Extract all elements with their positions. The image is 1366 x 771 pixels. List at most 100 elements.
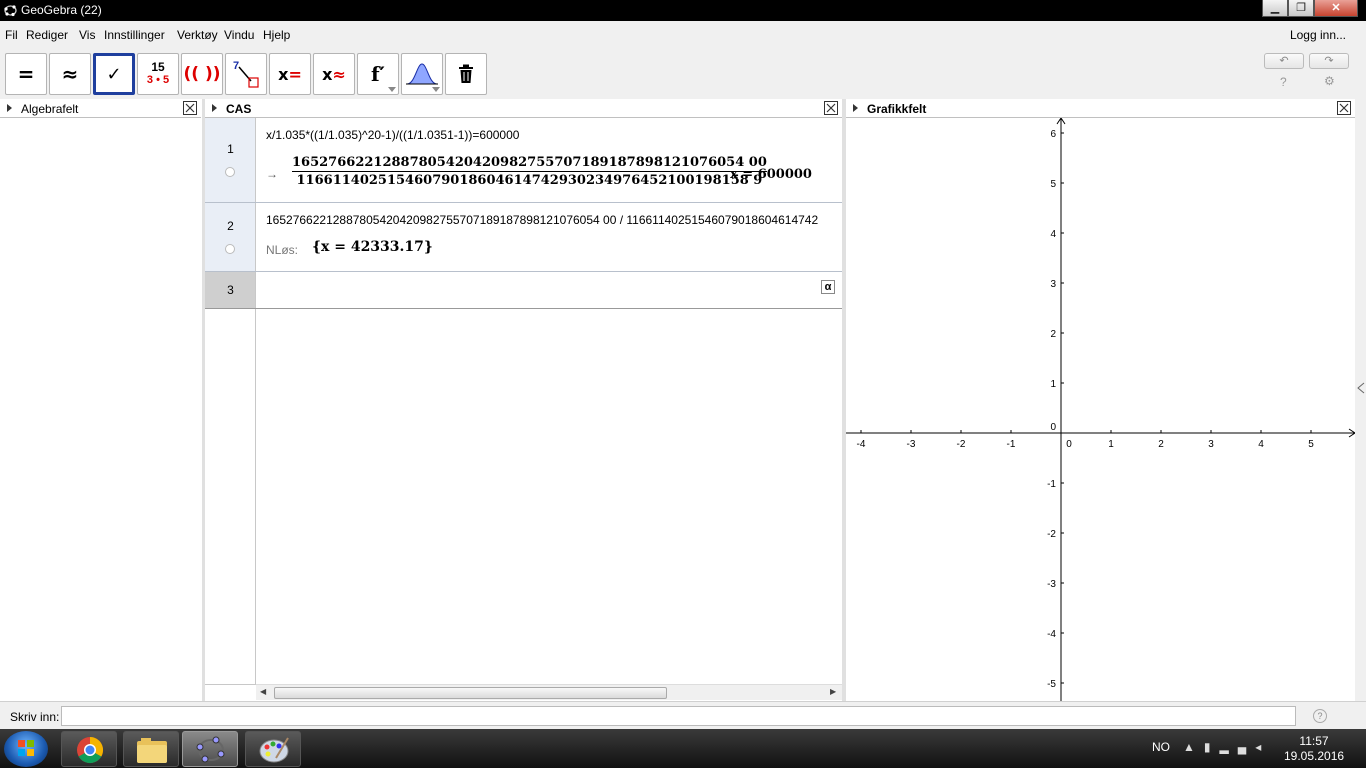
menu-vindu[interactable]: Vindu (224, 28, 254, 42)
cas-input-text[interactable]: x/1.035*((1/1.035)^20-1)/((1/1.0351-1))=… (266, 128, 519, 142)
close-cas-panel-icon[interactable] (824, 101, 838, 115)
x-tick-label: 5 (1308, 439, 1314, 450)
cas-panel-title: CAS (226, 102, 252, 116)
scroll-right-arrow-icon[interactable]: ▶ (830, 687, 836, 696)
graphics-canvas[interactable]: -4 -3 -2 -1 0 1 2 3 4 5 6 5 4 3 2 1 0 -1 -2 -3 -4 -5 (846, 118, 1355, 701)
output-arrow-icon: → (266, 167, 278, 181)
settings-gear-icon[interactable]: ⚙ (1324, 74, 1335, 88)
menu-verktoy[interactable]: Verktøy (177, 28, 218, 42)
close-window-button[interactable]: ✕ (1314, 0, 1358, 17)
sidebar-expand-arrow-icon[interactable] (1357, 382, 1365, 394)
cas-row[interactable]: 2 16527662212887805420420982755707189187… (205, 203, 842, 272)
expand-tool-button[interactable]: (( )) (181, 53, 223, 95)
algebra-panel-title: Algebrafelt (21, 102, 79, 116)
y-tick-label: 3 (1050, 279, 1056, 290)
solve-icon: x= (278, 64, 302, 84)
probability-calculator-button[interactable] (401, 53, 443, 95)
cas-row-number-cell[interactable]: 2 (205, 203, 256, 271)
language-indicator[interactable]: NO (1152, 740, 1170, 754)
input-help-icon[interactable]: ? (1313, 709, 1327, 723)
redo-button[interactable]: ↷ (1309, 53, 1349, 69)
algebra-view[interactable] (0, 118, 202, 701)
normal-distribution-icon (406, 63, 438, 85)
help-icon[interactable]: ? (1280, 75, 1287, 89)
panel-expand-arrow-icon[interactable] (853, 104, 858, 112)
y-tick-label: 0 (1050, 422, 1056, 433)
derivative-icon: f′ (371, 62, 385, 86)
graphics-panel-header[interactable]: Grafikkfelt (846, 99, 1355, 118)
cas-row-number: 1 (227, 142, 234, 156)
graphics-view[interactable]: -4 -3 -2 -1 0 1 2 3 4 5 6 5 4 3 2 1 0 -1 -2 -3 -4 -5 (846, 118, 1355, 701)
cas-horizontal-scrollbar[interactable]: ◀ ▶ (256, 684, 842, 700)
input-bar-label: Skriv inn: (10, 710, 60, 724)
derivative-tool-button[interactable]: f′ (357, 53, 399, 95)
equals-icon: = (17, 62, 35, 86)
evaluate-tool-button[interactable]: = (5, 53, 47, 95)
cas-empty-area[interactable] (256, 309, 842, 684)
close-graphics-panel-icon[interactable] (1337, 101, 1351, 115)
login-link[interactable]: Logg inn... (1290, 28, 1346, 42)
y-tick-label: -1 (1047, 479, 1056, 490)
scroll-left-arrow-icon[interactable]: ◀ (260, 687, 266, 696)
close-algebra-panel-icon[interactable] (183, 101, 197, 115)
cas-row-number-cell[interactable]: 3 (205, 272, 256, 308)
taskbar-geogebra[interactable] (182, 731, 238, 767)
coordinate-axes (846, 118, 1355, 701)
minimize-button[interactable]: ▁ (1262, 0, 1288, 17)
checkmark-icon: ✓ (106, 63, 122, 85)
maximize-button[interactable]: ❐ (1288, 0, 1314, 17)
windows-start-button[interactable] (4, 731, 48, 767)
keep-input-tool-button[interactable]: ✓ (93, 53, 135, 95)
taskbar-paint[interactable] (245, 731, 301, 767)
right-sidebar (1355, 99, 1366, 701)
panel-expand-arrow-icon[interactable] (212, 104, 217, 112)
geogebra-app-icon (4, 5, 17, 17)
cas-input-text[interactable]: 1652766221288780542042098275570718918789… (266, 213, 842, 227)
y-tick-label: 6 (1050, 129, 1056, 140)
nlos-label: NLøs: (266, 243, 299, 257)
algebra-panel-header[interactable]: Algebrafelt (0, 99, 201, 118)
alpha-symbol-button[interactable]: α (821, 280, 835, 294)
menu-hjelp[interactable]: Hjelp (263, 28, 290, 42)
menu-rediger[interactable]: Rediger (26, 28, 68, 42)
window-title: GeoGebra (22) (21, 3, 102, 17)
solve-tool-button[interactable]: x= (269, 53, 311, 95)
x-tick-label: 1 (1108, 439, 1114, 450)
cas-row-visibility-toggle[interactable] (225, 167, 235, 177)
x-tick-label: 3 (1208, 439, 1214, 450)
axis-tick-labels: -4 -3 -2 -1 0 1 2 3 4 5 6 5 4 3 2 1 0 -1 -2 -3 -4 -5 (857, 129, 1315, 690)
system-tray-icons[interactable]: ▲▮▂▄◂ (1183, 740, 1270, 754)
windows-taskbar: NO ▲▮▂▄◂ 11:57 19.05.2016 (0, 729, 1366, 768)
cas-row-visibility-toggle[interactable] (225, 244, 235, 254)
taskbar-chrome[interactable] (61, 731, 117, 767)
dropdown-triangle-icon (388, 87, 396, 92)
menu-innstillinger[interactable]: Innstillinger (104, 28, 165, 42)
y-tick-label: -4 (1047, 629, 1056, 640)
solve-numerically-tool-button[interactable]: x≈ (313, 53, 355, 95)
y-tick-label: 1 (1050, 379, 1056, 390)
undo-button[interactable]: ↶ (1264, 53, 1304, 69)
fraction-denominator: 1166114025154607901860461474293023497645… (296, 173, 763, 188)
substitute-tool-button[interactable]: 7 (225, 53, 267, 95)
menu-vis[interactable]: Vis (79, 28, 95, 42)
cas-row[interactable]: 1 x/1.035*((1/1.035)^20-1)/((1/1.0351-1)… (205, 118, 842, 203)
numeric-tool-button[interactable]: ≈ (49, 53, 91, 95)
scrollbar-thumb[interactable] (274, 687, 667, 699)
factor-tool-button[interactable]: 15 3 • 5 (137, 53, 179, 95)
cas-row-number-cell[interactable]: 1 (205, 118, 256, 202)
x-tick-label: -1 (1007, 439, 1016, 450)
menu-fil[interactable]: Fil (5, 28, 18, 42)
command-input-field[interactable] (61, 706, 1296, 726)
y-tick-label: -2 (1047, 529, 1056, 540)
cas-panel-header[interactable]: CAS (205, 99, 842, 118)
clock-date: 19.05.2016 (1284, 749, 1345, 763)
clock-time: 11:57 (1299, 734, 1329, 748)
svg-text:7: 7 (233, 60, 239, 72)
approx-icon: ≈ (61, 62, 79, 86)
parentheses-icon: (( )) (183, 64, 221, 84)
panel-expand-arrow-icon[interactable] (7, 104, 12, 112)
cas-row-active[interactable]: 3 α (205, 272, 842, 309)
taskbar-file-explorer[interactable] (123, 731, 179, 767)
taskbar-clock[interactable]: 11:57 19.05.2016 (1284, 734, 1344, 764)
delete-tool-button[interactable] (445, 53, 487, 95)
